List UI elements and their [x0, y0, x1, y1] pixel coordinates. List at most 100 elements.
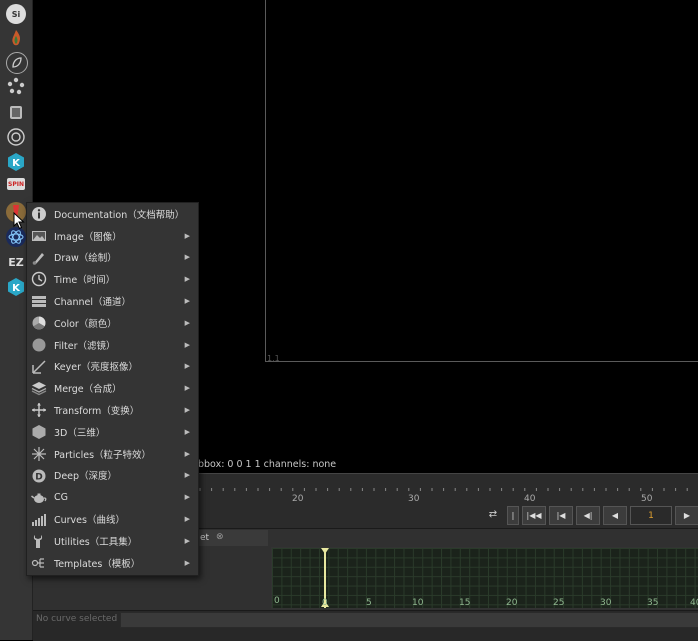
- k-hex-icon[interactable]: K: [6, 277, 26, 297]
- menu-item-color[interactable]: Color（颜色） ▶: [27, 312, 198, 334]
- prev-frame-button[interactable]: ◀|: [576, 506, 600, 525]
- submenu-arrow-icon: ▶: [184, 340, 190, 349]
- starburst-icon[interactable]: [6, 76, 26, 96]
- clock-icon: [31, 271, 47, 287]
- submenu-arrow-icon: ▶: [184, 384, 190, 393]
- submenu-arrow-icon: ▶: [184, 231, 190, 240]
- info-icon: [31, 206, 47, 222]
- menu-item-merge[interactable]: Merge（合成） ▶: [27, 377, 198, 399]
- play-backward-button[interactable]: ◀: [603, 506, 627, 525]
- grid-label: 40: [690, 598, 698, 608]
- menu-item-filter[interactable]: Filter（滤镜） ▶: [27, 334, 198, 356]
- s-icon[interactable]: Si: [6, 4, 26, 24]
- image-icon: [31, 228, 47, 244]
- tick-label: 30: [408, 494, 420, 504]
- playhead-top-marker: [321, 548, 329, 554]
- menu-item-utilities[interactable]: Utilities（工具集） ▶: [27, 530, 198, 552]
- prev-keyframe-button[interactable]: |◀: [549, 506, 573, 525]
- timeline-ruler[interactable]: 20 30 40 50: [198, 485, 698, 507]
- deep-icon: D: [31, 468, 47, 484]
- current-frame-field[interactable]: 1: [630, 506, 672, 525]
- close-tab-icon[interactable]: ⊗: [216, 532, 224, 542]
- menu-item-channel[interactable]: Channel（通道） ▶: [27, 290, 198, 312]
- submenu-arrow-icon: ▶: [184, 515, 190, 524]
- panel-tab-label: et: [200, 533, 210, 543]
- menu-item-time[interactable]: Time（时间） ▶: [27, 268, 198, 290]
- grid-label: 0: [274, 596, 280, 606]
- node-context-menu: Documentation（文档帮助） Image（图像） ▶ Draw（绘制） ▶…: [26, 202, 199, 576]
- curves-icon: [31, 511, 47, 527]
- menu-item-deep[interactable]: D Deep（深度） ▶: [27, 465, 198, 487]
- menu-item-templates[interactable]: Templates（模板） ▶: [27, 552, 198, 574]
- status-text: No curve selected: [36, 614, 118, 624]
- viewer-info-text: bbox: 0 0 1 1 channels: none: [198, 459, 337, 470]
- play-forward-button[interactable]: ▶: [675, 506, 698, 525]
- first-frame-button[interactable]: |◀◀: [522, 506, 546, 525]
- menu-item-cg[interactable]: CG ▶: [27, 486, 198, 508]
- ez-icon[interactable]: EZ: [6, 252, 26, 272]
- menu-item-documentation[interactable]: Documentation（文档帮助）: [27, 203, 198, 225]
- grid-label: 30: [600, 598, 612, 608]
- menu-item-curves[interactable]: Curves（曲线） ▶: [27, 508, 198, 530]
- playback-controls: ⇄ | |◀◀ |◀ ◀| ◀ 1 ▶ ▶|: [482, 506, 698, 526]
- transform-icon: [31, 402, 47, 418]
- merge-icon: [31, 380, 47, 396]
- panel-tab[interactable]: et ⊗: [198, 530, 268, 546]
- grid-label: 15: [459, 598, 471, 608]
- menu-item-3d[interactable]: 3D（三维） ▶: [27, 421, 198, 443]
- format-frame: [265, 0, 698, 362]
- menu-item-keyer[interactable]: Keyer（亮度抠像） ▶: [27, 356, 198, 378]
- submenu-arrow-icon: ▶: [184, 449, 190, 458]
- menu-item-draw[interactable]: Draw（绘制） ▶: [27, 247, 198, 269]
- curve-graph[interactable]: 0 0 5 10 15 20 25 30 35 40: [271, 547, 698, 609]
- teapot-icon: [31, 489, 47, 505]
- submenu-arrow-icon: ▶: [184, 297, 190, 306]
- svg-text:D: D: [35, 472, 42, 482]
- tick-label: 20: [292, 494, 304, 504]
- submenu-arrow-icon: ▶: [184, 558, 190, 567]
- filter-icon: [31, 337, 47, 353]
- submenu-arrow-icon: ▶: [184, 536, 190, 545]
- grid-label: 0: [322, 598, 328, 608]
- grid-label: 5: [366, 598, 372, 608]
- mouse-cursor-icon: [13, 211, 25, 233]
- wrench-icon: [31, 533, 47, 549]
- grid-label: 25: [553, 598, 565, 608]
- submenu-arrow-icon: ▶: [184, 406, 190, 415]
- flame-icon[interactable]: [6, 28, 26, 48]
- submenu-arrow-icon: ▶: [184, 427, 190, 436]
- color-wheel-icon: [31, 315, 47, 331]
- templates-icon: [31, 555, 47, 571]
- tick-label: 40: [524, 494, 536, 504]
- grid-label: 20: [506, 598, 518, 608]
- globe-icon[interactable]: [6, 127, 26, 147]
- svg-text:K: K: [12, 158, 21, 169]
- submenu-arrow-icon: ▶: [184, 318, 190, 327]
- submenu-arrow-icon: ▶: [184, 493, 190, 502]
- menu-item-image[interactable]: Image（图像） ▶: [27, 225, 198, 247]
- ruler-ticks: [199, 488, 688, 491]
- k-hex-icon[interactable]: K: [6, 152, 26, 172]
- expression-field[interactable]: [120, 612, 698, 628]
- grid-label: 10: [412, 598, 424, 608]
- particles-icon: [31, 446, 47, 462]
- submenu-arrow-icon: ▶: [184, 362, 190, 371]
- brush-icon: [31, 250, 47, 266]
- loop-icon[interactable]: ⇄: [482, 506, 504, 523]
- spin-icon[interactable]: SPIN: [7, 178, 25, 190]
- leaf-icon[interactable]: [6, 52, 28, 74]
- cube-icon[interactable]: [6, 102, 26, 122]
- keyer-icon: [31, 359, 47, 375]
- in-point-button[interactable]: |: [507, 506, 519, 525]
- channel-icon: [31, 293, 47, 309]
- svg-text:K: K: [12, 283, 21, 294]
- submenu-arrow-icon: ▶: [184, 471, 190, 480]
- menu-item-particles[interactable]: Particles（粒子特效） ▶: [27, 443, 198, 465]
- menu-item-transform[interactable]: Transform（变换） ▶: [27, 399, 198, 421]
- tick-label: 50: [641, 494, 653, 504]
- submenu-arrow-icon: ▶: [184, 253, 190, 262]
- frame-corner-label: 1,1: [267, 354, 280, 363]
- submenu-arrow-icon: ▶: [184, 275, 190, 284]
- grid-label: 35: [647, 598, 659, 608]
- 3d-icon: [31, 424, 47, 440]
